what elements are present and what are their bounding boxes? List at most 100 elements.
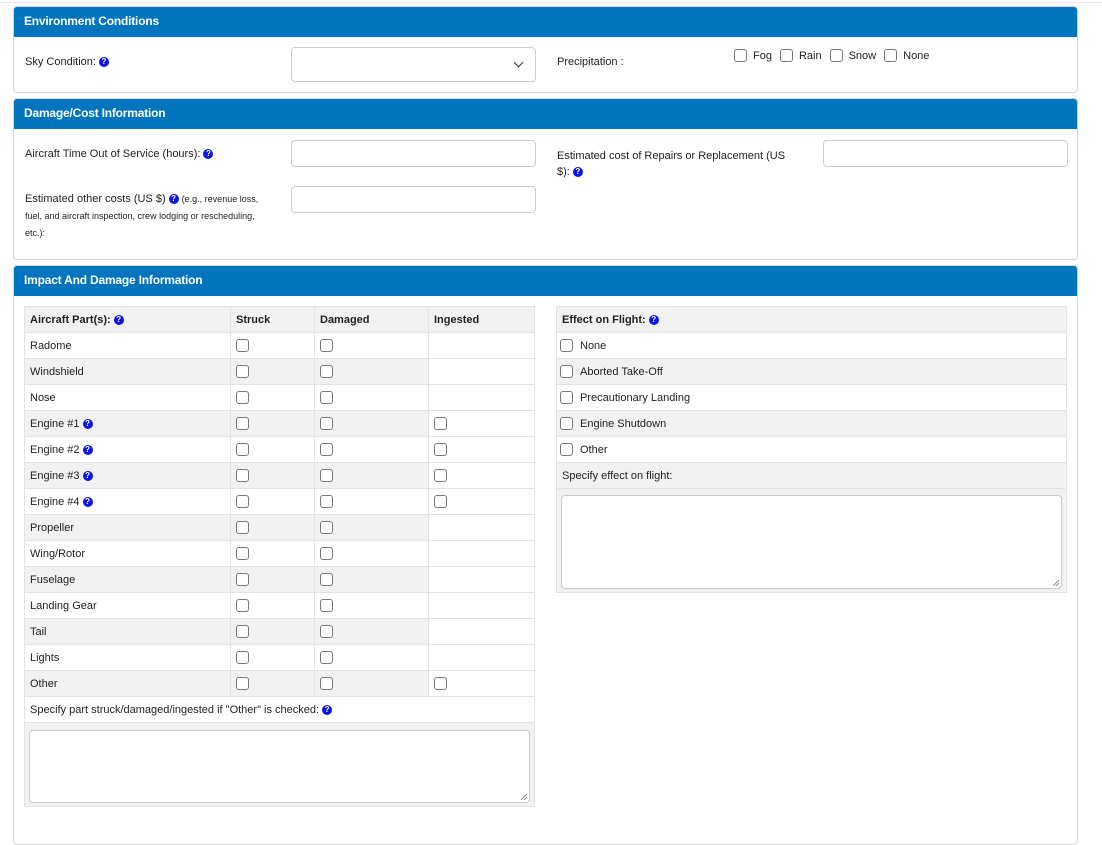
precip-fog-checkbox[interactable] (734, 49, 747, 62)
help-icon[interactable]: ? (168, 194, 179, 205)
windshield-struck-checkbox[interactable] (236, 365, 249, 378)
damaged-cell (315, 567, 429, 592)
part-name: Radome (30, 339, 72, 352)
precip-option-label: Snow (848, 49, 877, 62)
specify-other-part-textarea[interactable] (29, 730, 530, 803)
fuselage-struck-checkbox[interactable] (236, 573, 249, 586)
lights-damaged-checkbox[interactable] (320, 651, 333, 664)
engine-1-damaged-checkbox[interactable] (320, 417, 333, 430)
engine-4-struck-checkbox[interactable] (236, 495, 249, 508)
precip-option-label: Rain (798, 49, 822, 62)
nose-damaged-checkbox[interactable] (320, 391, 333, 404)
help-icon[interactable]: ? (203, 149, 214, 160)
damaged-cell (315, 385, 429, 410)
panel-title: Environment Conditions (14, 7, 1077, 37)
help-icon[interactable]: ? (113, 314, 124, 325)
engine-2-damaged-checkbox[interactable] (320, 443, 333, 456)
effect-option-label: Precautionary Landing (580, 391, 691, 404)
table-header: Effect on Flight:? (557, 307, 1066, 333)
time-out-input[interactable] (291, 140, 536, 167)
effect-other-checkbox[interactable] (560, 443, 573, 456)
part-name: Engine #2 (30, 443, 80, 456)
precip-snow-checkbox[interactable] (829, 49, 843, 62)
landing-gear-damaged-checkbox[interactable] (320, 599, 333, 612)
engine-3-ingested-checkbox[interactable] (434, 469, 447, 482)
radome-damaged-checkbox[interactable] (320, 339, 333, 352)
help-icon[interactable]: ? (98, 57, 109, 68)
other-struck-checkbox[interactable] (236, 677, 249, 690)
header-text: Aircraft Part(s): (30, 313, 111, 326)
lights-struck-checkbox[interactable] (236, 651, 249, 664)
other-ingested-checkbox[interactable] (434, 677, 447, 690)
engine-4-ingested-checkbox[interactable] (434, 495, 447, 508)
part-name: Engine #3 (30, 469, 80, 482)
impact-damage-panel: Impact And Damage Information Aircraft P… (13, 265, 1078, 845)
engine-1-struck-checkbox[interactable] (236, 417, 249, 430)
ingested-cell (429, 411, 534, 436)
propeller-struck-checkbox[interactable] (236, 521, 249, 534)
header-text: Effect on Flight: (562, 313, 646, 326)
table-row: Engine #3? (25, 463, 534, 489)
struck-cell (231, 411, 315, 436)
help-icon[interactable]: ? (572, 167, 583, 178)
part-name: Other (30, 677, 58, 690)
help-icon[interactable]: ? (82, 418, 93, 429)
nose-struck-checkbox[interactable] (236, 391, 249, 404)
table-row: Lights (25, 645, 534, 671)
landing-gear-struck-checkbox[interactable] (236, 599, 249, 612)
tail-struck-checkbox[interactable] (236, 625, 249, 638)
struck-cell (231, 619, 315, 644)
help-icon[interactable]: ? (82, 496, 93, 507)
other-costs-input[interactable] (291, 186, 536, 213)
tail-damaged-checkbox[interactable] (320, 625, 333, 638)
engine-3-struck-checkbox[interactable] (236, 469, 249, 482)
engine-4-damaged-checkbox[interactable] (320, 495, 333, 508)
damaged-cell (315, 593, 429, 618)
damaged-cell (315, 619, 429, 644)
effect-on-flight-table: Effect on Flight:? None Aborted Take-Off P… (556, 306, 1067, 593)
other-damaged-checkbox[interactable] (320, 677, 333, 690)
effect-precautionary-landing-checkbox[interactable] (560, 391, 573, 404)
part-name: Wing/Rotor (30, 547, 86, 560)
damaged-cell (315, 333, 429, 358)
help-icon[interactable]: ? (82, 470, 93, 481)
ingested-cell (429, 437, 534, 462)
ingested-cell (429, 645, 534, 670)
propeller-damaged-checkbox[interactable] (320, 521, 333, 534)
effect-aborted-take-off-checkbox[interactable] (560, 365, 573, 378)
part-name: Lights (30, 651, 60, 664)
table-row: Landing Gear (25, 593, 534, 619)
effect-engine-shutdown-checkbox[interactable] (560, 417, 573, 430)
wing-rotor-damaged-checkbox[interactable] (320, 547, 333, 560)
engine-2-struck-checkbox[interactable] (236, 443, 249, 456)
radome-struck-checkbox[interactable] (236, 339, 249, 352)
effect-none-checkbox[interactable] (560, 339, 573, 352)
precip-none-checkbox[interactable] (884, 49, 898, 62)
help-icon[interactable]: ? (82, 444, 93, 455)
part-name: Landing Gear (30, 599, 97, 612)
help-icon[interactable]: ? (322, 704, 333, 715)
effect-header: Effect on Flight:? (557, 307, 1066, 332)
label-text: Sky Condition: (25, 56, 96, 68)
effect-option-label: None (580, 339, 607, 352)
damaged-cell (315, 515, 429, 540)
precip-rain-checkbox[interactable] (779, 49, 793, 62)
engine-3-damaged-checkbox[interactable] (320, 469, 333, 482)
table-row: Engine #1? (25, 411, 534, 437)
ingested-cell (429, 515, 534, 540)
wing-rotor-struck-checkbox[interactable] (236, 547, 249, 560)
part-cell: Propeller (25, 515, 231, 540)
table-row: Propeller (25, 515, 534, 541)
specify-effect-textarea[interactable] (561, 495, 1062, 589)
repairs-cost-input[interactable] (823, 140, 1068, 167)
repairs-cost-label: Estimated cost of Repairs or Replacement… (557, 148, 797, 180)
sky-condition-select[interactable] (291, 47, 536, 82)
help-icon[interactable]: ? (648, 314, 659, 325)
engine-2-ingested-checkbox[interactable] (434, 443, 447, 456)
fuselage-damaged-checkbox[interactable] (320, 573, 333, 586)
windshield-damaged-checkbox[interactable] (320, 365, 333, 378)
specify-other-part-row: Specify part struck/damaged/ingested if … (25, 697, 534, 723)
engine-1-ingested-checkbox[interactable] (434, 417, 447, 430)
part-name: Nose (30, 391, 56, 404)
label-text: Aircraft Time Out of Service (hours): (25, 148, 201, 160)
